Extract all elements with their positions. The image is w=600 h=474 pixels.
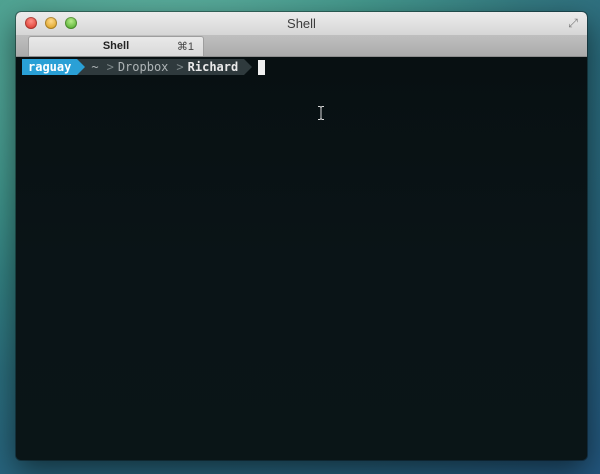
terminal-content[interactable]: raguay ~ > Dropbox > Richard bbox=[16, 57, 587, 460]
prompt-user-segment: raguay bbox=[22, 59, 78, 75]
prompt-separator-icon: > bbox=[104, 59, 118, 75]
prompt-path-current: Richard bbox=[187, 59, 245, 75]
prompt-path-home: ~ bbox=[85, 59, 105, 75]
tab-shortcut: ⌘1 bbox=[176, 41, 194, 53]
fullscreen-icon[interactable]: ⤢ bbox=[566, 16, 580, 30]
prompt-separator-icon: > bbox=[174, 59, 188, 75]
prompt-end-arrow-icon bbox=[244, 59, 253, 75]
window-titlebar[interactable]: Shell ⤢ bbox=[16, 12, 587, 36]
tab-shell[interactable]: Shell ⌘1 bbox=[28, 36, 204, 56]
terminal-window: Shell ⤢ Shell ⌘1 raguay ~ > Dropbox > Ri… bbox=[16, 12, 587, 460]
text-cursor bbox=[258, 59, 266, 75]
tab-bar: Shell ⌘1 bbox=[16, 35, 587, 57]
prompt-arrow-icon bbox=[77, 59, 86, 75]
window-title: Shell bbox=[287, 16, 316, 31]
prompt-path-dropbox: Dropbox bbox=[117, 59, 175, 75]
shell-prompt: raguay ~ > Dropbox > Richard bbox=[22, 59, 266, 75]
ibeam-cursor-icon bbox=[318, 106, 324, 120]
